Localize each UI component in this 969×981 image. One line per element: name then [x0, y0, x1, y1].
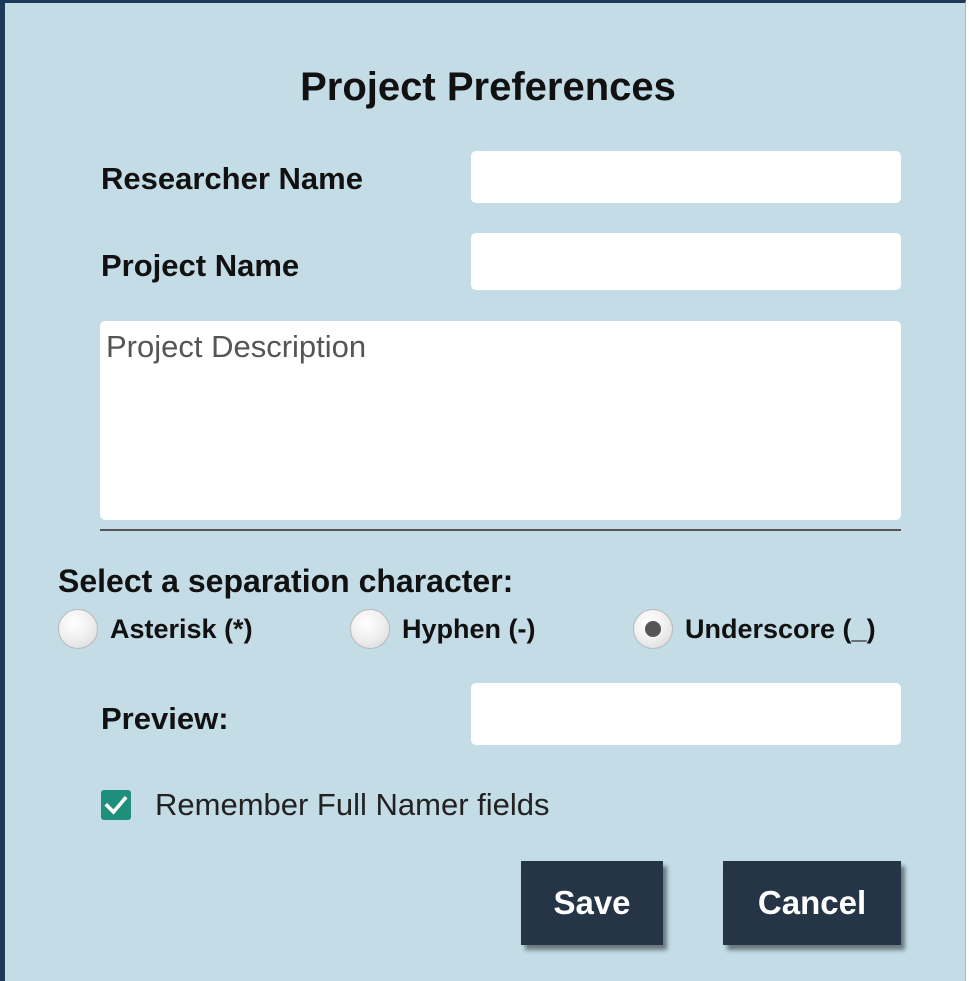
radio-asterisk[interactable]: Asterisk (*) [58, 609, 253, 649]
cancel-button[interactable]: Cancel [723, 861, 901, 945]
radio-circle-icon[interactable] [58, 609, 98, 649]
project-preferences-dialog: Project Preferences Researcher Name Proj… [0, 0, 966, 981]
radio-underscore[interactable]: Underscore (_) [633, 609, 876, 649]
divider [100, 529, 901, 531]
project-name-input[interactable] [471, 233, 901, 290]
checkmark-icon [104, 795, 128, 815]
project-description-textarea[interactable] [100, 321, 901, 520]
radio-dot-icon [645, 621, 661, 637]
radio-underscore-label: Underscore (_) [685, 613, 876, 644]
separator-title: Select a separation character: [58, 563, 514, 599]
radio-selected-icon[interactable] [633, 609, 673, 649]
remember-checkbox-label: Remember Full Namer fields [155, 787, 550, 822]
radio-hyphen[interactable]: Hyphen (-) [350, 609, 535, 649]
project-name-label: Project Name [101, 248, 300, 283]
researcher-name-label: Researcher Name [101, 161, 363, 196]
researcher-name-input[interactable] [471, 151, 901, 203]
remember-fields-option[interactable]: Remember Full Namer fields [101, 787, 550, 823]
preview-input[interactable] [471, 683, 901, 745]
radio-asterisk-label: Asterisk (*) [110, 613, 253, 644]
dialog-title: Project Preferences [300, 65, 676, 109]
save-button[interactable]: Save [521, 861, 663, 945]
radio-circle-icon[interactable] [350, 609, 390, 649]
radio-hyphen-label: Hyphen (-) [402, 613, 536, 644]
preview-label: Preview: [101, 701, 229, 736]
remember-checkbox[interactable] [101, 790, 131, 820]
